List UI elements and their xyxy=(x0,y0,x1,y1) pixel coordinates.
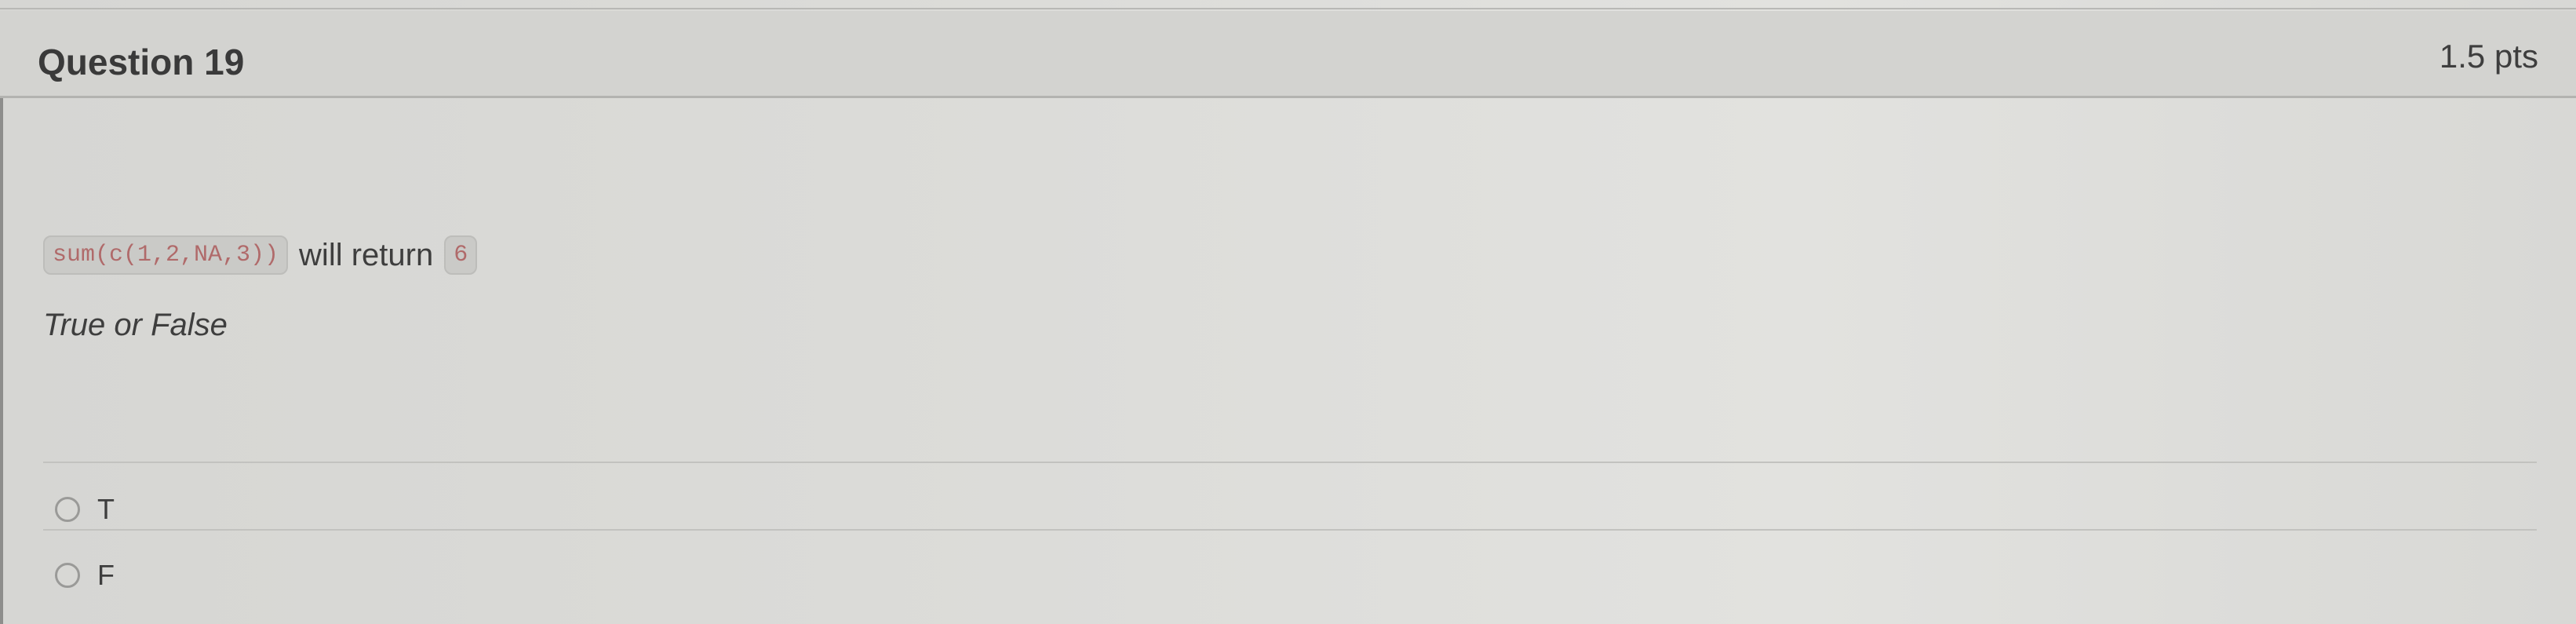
radio-button[interactable] xyxy=(55,563,80,588)
divider xyxy=(43,529,2537,531)
answer-option-t[interactable]: T xyxy=(55,493,115,526)
question-text-middle: will return xyxy=(299,237,434,272)
answer-label: T xyxy=(97,493,115,525)
quiz-question-panel: Question 19 1.5 pts sum(c(1,2,NA,3)) wil… xyxy=(0,0,2576,624)
question-header: Question 19 1.5 pts xyxy=(0,11,2576,98)
question-title: Question 19 xyxy=(38,42,245,82)
question-text: sum(c(1,2,NA,3)) will return 6 xyxy=(43,235,478,275)
code-snippet: sum(c(1,2,NA,3)) xyxy=(43,235,289,275)
question-points: 1.5 pts xyxy=(2439,38,2538,75)
code-value: 6 xyxy=(444,235,478,275)
radio-button[interactable] xyxy=(55,497,80,522)
divider xyxy=(0,8,2576,9)
divider xyxy=(43,462,2537,463)
question-instruction: True or False xyxy=(43,308,228,342)
answer-option-f[interactable]: F xyxy=(55,559,115,592)
answer-label: F xyxy=(97,559,115,591)
left-border xyxy=(0,98,3,624)
